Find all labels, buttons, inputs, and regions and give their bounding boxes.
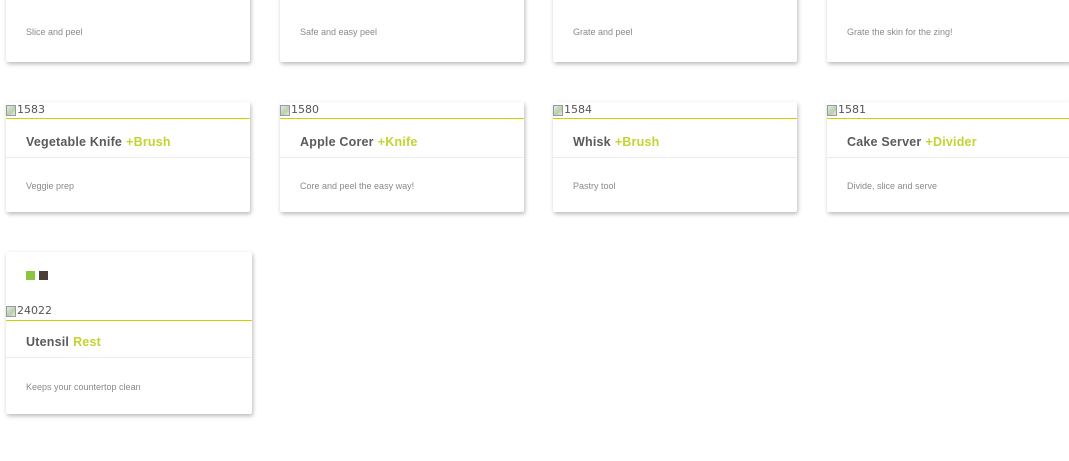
product-name: Apple Corer [300, 135, 374, 149]
accent-rule [553, 118, 797, 119]
product-accent-label: Rest [73, 335, 101, 349]
broken-image-icon [553, 104, 563, 116]
product-description: Grate the skin for the zing! [847, 27, 953, 37]
color-swatch-green[interactable] [26, 271, 35, 280]
product-description: Core and peel the easy way! [300, 181, 415, 191]
product-description: Slice and peel [26, 27, 83, 37]
product-card[interactable]: 1581 Cake Server +Divider Divide, slice a… [827, 102, 1069, 212]
product-card[interactable]: Grate the skin for the zing! [827, 0, 1069, 62]
accent-rule [827, 118, 1069, 119]
product-name: Utensil [26, 335, 70, 349]
color-swatch-brown[interactable] [39, 271, 48, 280]
product-title[interactable]: Cake Server +Divider [847, 135, 977, 149]
product-title[interactable]: Utensil Rest [26, 335, 101, 349]
accent-rule [280, 118, 524, 119]
divider [827, 157, 1069, 158]
product-title[interactable]: Apple Corer +Knife [300, 135, 418, 149]
image-alt-text: 1580 [291, 103, 319, 116]
product-name: Whisk [573, 135, 611, 149]
divider [553, 157, 797, 158]
product-card[interactable]: Slice and peel [6, 0, 250, 62]
broken-image-icon [827, 104, 837, 116]
product-card[interactable]: 1584 Whisk +Brush Pastry tool [553, 102, 797, 212]
product-title[interactable]: Vegetable Knife +Brush [26, 135, 171, 149]
product-image-placeholder[interactable]: 1581 [827, 102, 866, 118]
accent-rule [6, 118, 250, 119]
product-title[interactable]: Whisk +Brush [573, 135, 659, 149]
product-accent-label: +Brush [614, 135, 660, 149]
product-image-placeholder[interactable]: 1584 [553, 102, 592, 118]
divider [6, 357, 252, 358]
product-image-placeholder[interactable]: 1580 [280, 102, 319, 118]
image-alt-text: 1581 [838, 103, 866, 116]
product-description: Grate and peel [573, 27, 633, 37]
product-card[interactable]: Grate and peel [553, 0, 797, 62]
product-name: Cake Server [847, 135, 922, 149]
product-card[interactable]: Safe and easy peel [280, 0, 524, 62]
divider [6, 157, 250, 158]
accent-rule [6, 320, 252, 321]
product-grid: Slice and peel Safe and easy peel Grate … [0, 0, 1069, 461]
product-description: Safe and easy peel [300, 27, 378, 37]
product-description: Pastry tool [573, 181, 616, 191]
broken-image-icon [6, 104, 16, 116]
divider [280, 157, 524, 158]
product-card[interactable]: 1580 Apple Corer +Knife Core and peel the… [280, 102, 524, 212]
image-alt-text: 24022 [17, 304, 52, 317]
product-accent-label: +Divider [925, 135, 977, 149]
broken-image-icon [6, 305, 16, 317]
product-card[interactable]: 24022 Utensil Rest Keeps your countertop … [6, 252, 252, 414]
product-description: Veggie prep [26, 181, 75, 191]
product-image-placeholder[interactable]: 1583 [6, 102, 45, 118]
image-alt-text: 1584 [564, 103, 592, 116]
product-description: Divide, slice and serve [847, 181, 938, 191]
product-card[interactable]: 1583 Vegetable Knife +Brush Veggie prep [6, 102, 250, 212]
product-description: Keeps your countertop clean [26, 382, 141, 392]
product-accent-label: +Brush [126, 135, 171, 149]
color-swatches [26, 271, 48, 280]
broken-image-icon [280, 104, 290, 116]
image-alt-text: 1583 [17, 103, 45, 116]
product-image-placeholder[interactable]: 24022 [6, 303, 52, 319]
product-accent-label: +Knife [377, 135, 418, 149]
product-name: Vegetable Knife [26, 135, 123, 149]
